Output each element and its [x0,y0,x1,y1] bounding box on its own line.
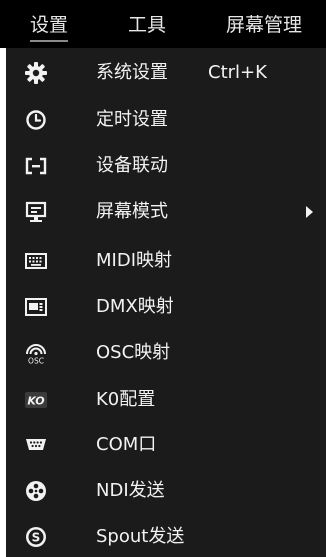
serial-port-icon [24,433,48,457]
clock-icon [24,108,48,132]
menu-item-label: K0配置 [96,389,156,410]
app-window: 设置 工具 屏幕管理 系统设置 Ctrl+K 定时设置 设备联动 屏幕模式 MI… [0,0,326,557]
menu-item-ko-config[interactable]: KO K0配置 [6,380,326,420]
menu-item-label: 定时设置 [96,109,168,130]
monitor-icon [24,200,48,224]
menu-item-device-linkage[interactable]: 设备联动 [6,146,326,186]
menu-item-system-settings[interactable]: 系统设置 Ctrl+K [6,53,326,93]
keyboard-icon [24,249,48,273]
osc-icon: OSC [24,341,48,365]
menu-item-dmx-mapping[interactable]: DMX映射 [6,287,326,327]
ko-icon-text: KO [27,395,44,408]
device-link-icon [24,154,48,178]
menu-item-label: DMX映射 [96,296,174,317]
menu-item-label: NDI发送 [96,480,165,501]
menu-item-timer-settings[interactable]: 定时设置 [6,100,326,140]
spout-icon: S [24,525,48,549]
menu-item-label: MIDI映射 [96,250,173,271]
menu-item-label: 屏幕模式 [96,201,168,222]
menu-bar: 设置 工具 屏幕管理 [0,0,326,48]
menu-item-label: Spout发送 [96,526,185,547]
menu-item-screen-mode[interactable]: 屏幕模式 [6,192,326,232]
shortcut-label: Ctrl+K [208,62,267,83]
ko-icon: KO [24,388,48,412]
menu-screen-management[interactable]: 屏幕管理 [226,10,302,40]
menu-item-label: 设备联动 [96,155,168,176]
menu-item-spout-send[interactable]: S Spout发送 [6,517,326,557]
menu-item-label: 系统设置 [96,62,168,83]
ndi-icon [24,479,48,503]
dmx-icon [24,295,48,319]
submenu-arrow-icon [306,206,313,218]
menu-settings[interactable]: 设置 [30,10,69,42]
gear-icon [24,61,48,85]
spout-icon-text: S [32,531,41,545]
menu-tools[interactable]: 工具 [128,10,166,40]
menu-item-ndi-send[interactable]: NDI发送 [6,471,326,511]
menu-item-label: OSC映射 [96,342,171,363]
menu-item-osc-mapping[interactable]: OSC OSC映射 [6,333,326,373]
menu-item-com-port[interactable]: COM口 [6,425,326,465]
settings-dropdown-menu: 系统设置 Ctrl+K 定时设置 设备联动 屏幕模式 MIDI映射 DMX映射 … [6,48,326,557]
menu-item-label: COM口 [96,434,157,455]
osc-icon-text: OSC [28,357,44,366]
menu-item-midi-mapping[interactable]: MIDI映射 [6,241,326,281]
